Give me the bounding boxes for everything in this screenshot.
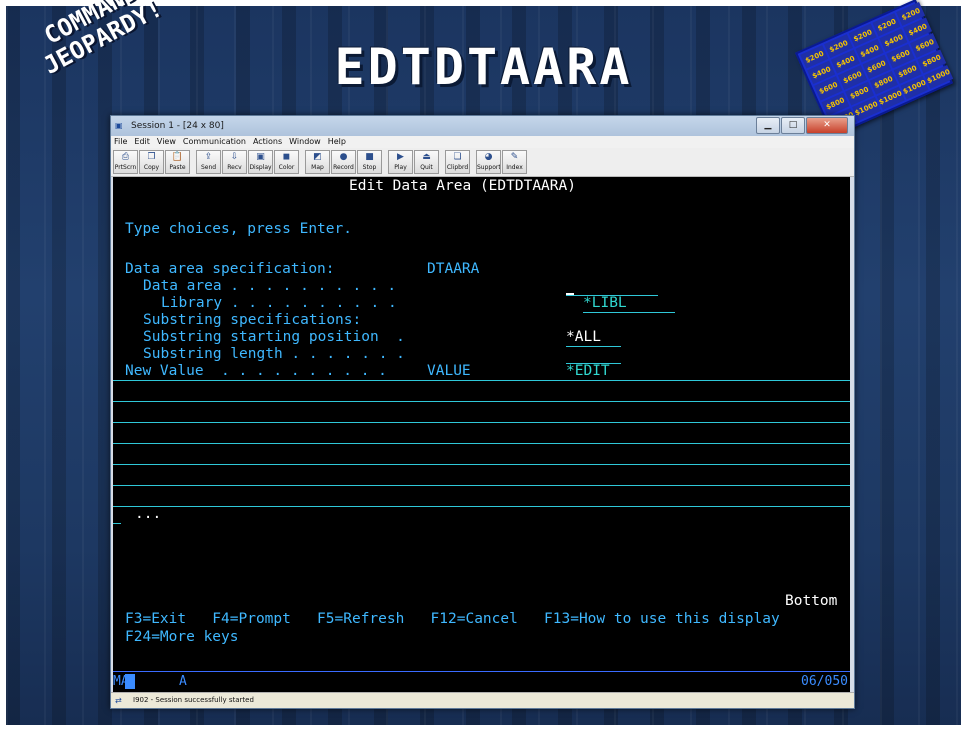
screen-heading: Edit Data Area (EDTDTAARA): [349, 178, 576, 194]
window-controls: ▁ □ ✕: [755, 117, 848, 134]
toolbar-label: Index: [506, 164, 523, 171]
new-value-line-1[interactable]: [113, 380, 850, 381]
new-value-line-6[interactable]: [113, 485, 850, 486]
receive-icon: ⇩: [230, 152, 239, 162]
send-button[interactable]: ⇪ Send: [196, 150, 221, 174]
record-icon: ●: [339, 152, 348, 162]
toolbar-label: Copy: [143, 164, 160, 171]
toolbar-label: Paste: [169, 164, 186, 171]
menu-edit[interactable]: Edit: [134, 136, 150, 148]
new-value-line-3[interactable]: [113, 422, 850, 423]
maximize-button[interactable]: □: [781, 117, 805, 134]
menu-actions[interactable]: Actions: [253, 136, 282, 148]
minimize-button[interactable]: ▁: [756, 117, 780, 134]
menu-bar: File Edit View Communication Actions Window He…: [111, 136, 854, 148]
toolbar-label: Record: [333, 164, 354, 171]
display-button[interactable]: ▣ Display: [248, 150, 273, 174]
clipbrd-button[interactable]: ❏ Clipbrd: [445, 150, 470, 174]
quit-icon: ⏏: [422, 152, 431, 162]
map-button[interactable]: ◩ Map: [305, 150, 330, 174]
library-label: Library . . . . . . . . . .: [161, 295, 397, 311]
start-position-underline: [566, 346, 621, 347]
window-titlebar[interactable]: ▣ Session 1 - [24 x 80] ▁ □ ✕: [111, 116, 854, 136]
mode-indicator: MA: [113, 674, 129, 689]
menu-communication[interactable]: Communication: [183, 136, 246, 148]
send-icon: ⇪: [204, 152, 213, 162]
toolbar-label: Play: [394, 164, 407, 171]
close-button[interactable]: ✕: [806, 117, 848, 134]
substring-spec-label: Substring specifications:: [143, 312, 362, 328]
menu-window[interactable]: Window: [289, 136, 321, 148]
spec-label: Data area specification:: [125, 261, 335, 277]
index-icon: ✎: [510, 152, 519, 162]
status-text: I902 - Session successfully started: [133, 696, 254, 704]
menu-view[interactable]: View: [157, 136, 176, 148]
map-icon: ◩: [313, 152, 322, 162]
toolbar-label: Recv: [227, 164, 242, 171]
support-button[interactable]: ◕ Support: [476, 150, 501, 174]
color-icon: ◼: [282, 152, 291, 162]
more-indicator: ...: [135, 506, 162, 522]
index-button[interactable]: ✎ Index: [502, 150, 527, 174]
library-input[interactable]: *LIBL: [583, 295, 627, 312]
toolbar-label: Display: [249, 164, 272, 171]
color-button[interactable]: ◼ Color: [274, 150, 299, 174]
library-input-underline: [583, 312, 675, 313]
copy-button[interactable]: ❐ Copy: [139, 150, 164, 174]
toolbar: ⎙ PrtScrn ❐ Copy 📋 Paste ⇪ Send ⇩ Recv ▣ Display ◼ Co…: [111, 148, 854, 177]
toolbar-label: Clipbrd: [446, 164, 469, 171]
paste-icon: 📋: [171, 152, 184, 162]
input-mode-indicator: A: [179, 674, 187, 689]
paste-button[interactable]: 📋 Paste: [165, 150, 190, 174]
function-keys-line-2[interactable]: F24=More keys: [125, 629, 239, 646]
stop-button[interactable]: ■ Stop: [357, 150, 382, 174]
function-keys-line-1[interactable]: F3=Exit F4=Prompt F5=Refresh F12=Cancel …: [125, 611, 780, 628]
display-icon: ▣: [256, 152, 265, 162]
status-bar: ⇄ I902 - Session successfully started: [111, 692, 854, 708]
new-value-line-7[interactable]: [113, 506, 850, 507]
new-value-line-2[interactable]: [113, 401, 850, 402]
toolbar-label: PrtScrn: [114, 164, 137, 171]
session-app-icon: ▣: [115, 121, 123, 130]
play-button[interactable]: ▶ Play: [388, 150, 413, 174]
toolbar-label: Color: [278, 164, 295, 171]
new-value-line-4[interactable]: [113, 443, 850, 444]
start-position-input[interactable]: *ALL: [566, 329, 601, 346]
support-icon: ◕: [484, 152, 493, 162]
more-field-underline: [113, 523, 121, 524]
operator-info-area: MA A 06/050: [113, 671, 850, 693]
instructions-text: Type choices, press Enter.: [125, 221, 352, 237]
bottom-indicator: Bottom: [785, 593, 838, 609]
menu-file[interactable]: File: [114, 136, 127, 148]
new-value-input[interactable]: *EDIT: [566, 363, 610, 380]
toolbar-label: Map: [311, 164, 324, 171]
toolbar-label: Support: [477, 164, 500, 171]
cursor-position: 06/050: [801, 674, 848, 689]
copy-icon: ❐: [147, 152, 156, 162]
play-icon: ▶: [397, 152, 404, 162]
toolbar-label: Stop: [362, 164, 377, 171]
menu-help[interactable]: Help: [328, 136, 346, 148]
new-value-line-5[interactable]: [113, 464, 850, 465]
session-status-icon: ⇄: [115, 696, 122, 705]
spec-keyword: DTAARA: [427, 261, 480, 277]
new-value-label: New Value . . . . . . . . . .: [125, 363, 387, 379]
new-value-keyword: VALUE: [427, 363, 471, 379]
toolbar-label: Quit: [420, 164, 433, 171]
stop-icon: ■: [365, 152, 374, 162]
prtscrn-button[interactable]: ⎙ PrtScrn: [113, 150, 138, 174]
emulator-window: ▣ Session 1 - [24 x 80] ▁ □ ✕ File Edit Vi…: [110, 115, 855, 709]
data-area-label: Data area . . . . . . . . . .: [143, 278, 397, 294]
terminal-screen[interactable]: Edit Data Area (EDTDTAARA) Type choices,…: [113, 177, 850, 692]
recv-button[interactable]: ⇩ Recv: [222, 150, 247, 174]
window-title: Session 1 - [24 x 80]: [131, 121, 224, 131]
start-position-label: Substring starting position .: [143, 329, 405, 345]
clipboard-icon: ❏: [453, 152, 462, 162]
substring-length-label: Substring length . . . . . . .: [143, 346, 405, 362]
quit-button[interactable]: ⏏ Quit: [414, 150, 439, 174]
toolbar-label: Send: [200, 164, 217, 171]
record-button[interactable]: ● Record: [331, 150, 356, 174]
printer-icon: ⎙: [121, 152, 130, 162]
